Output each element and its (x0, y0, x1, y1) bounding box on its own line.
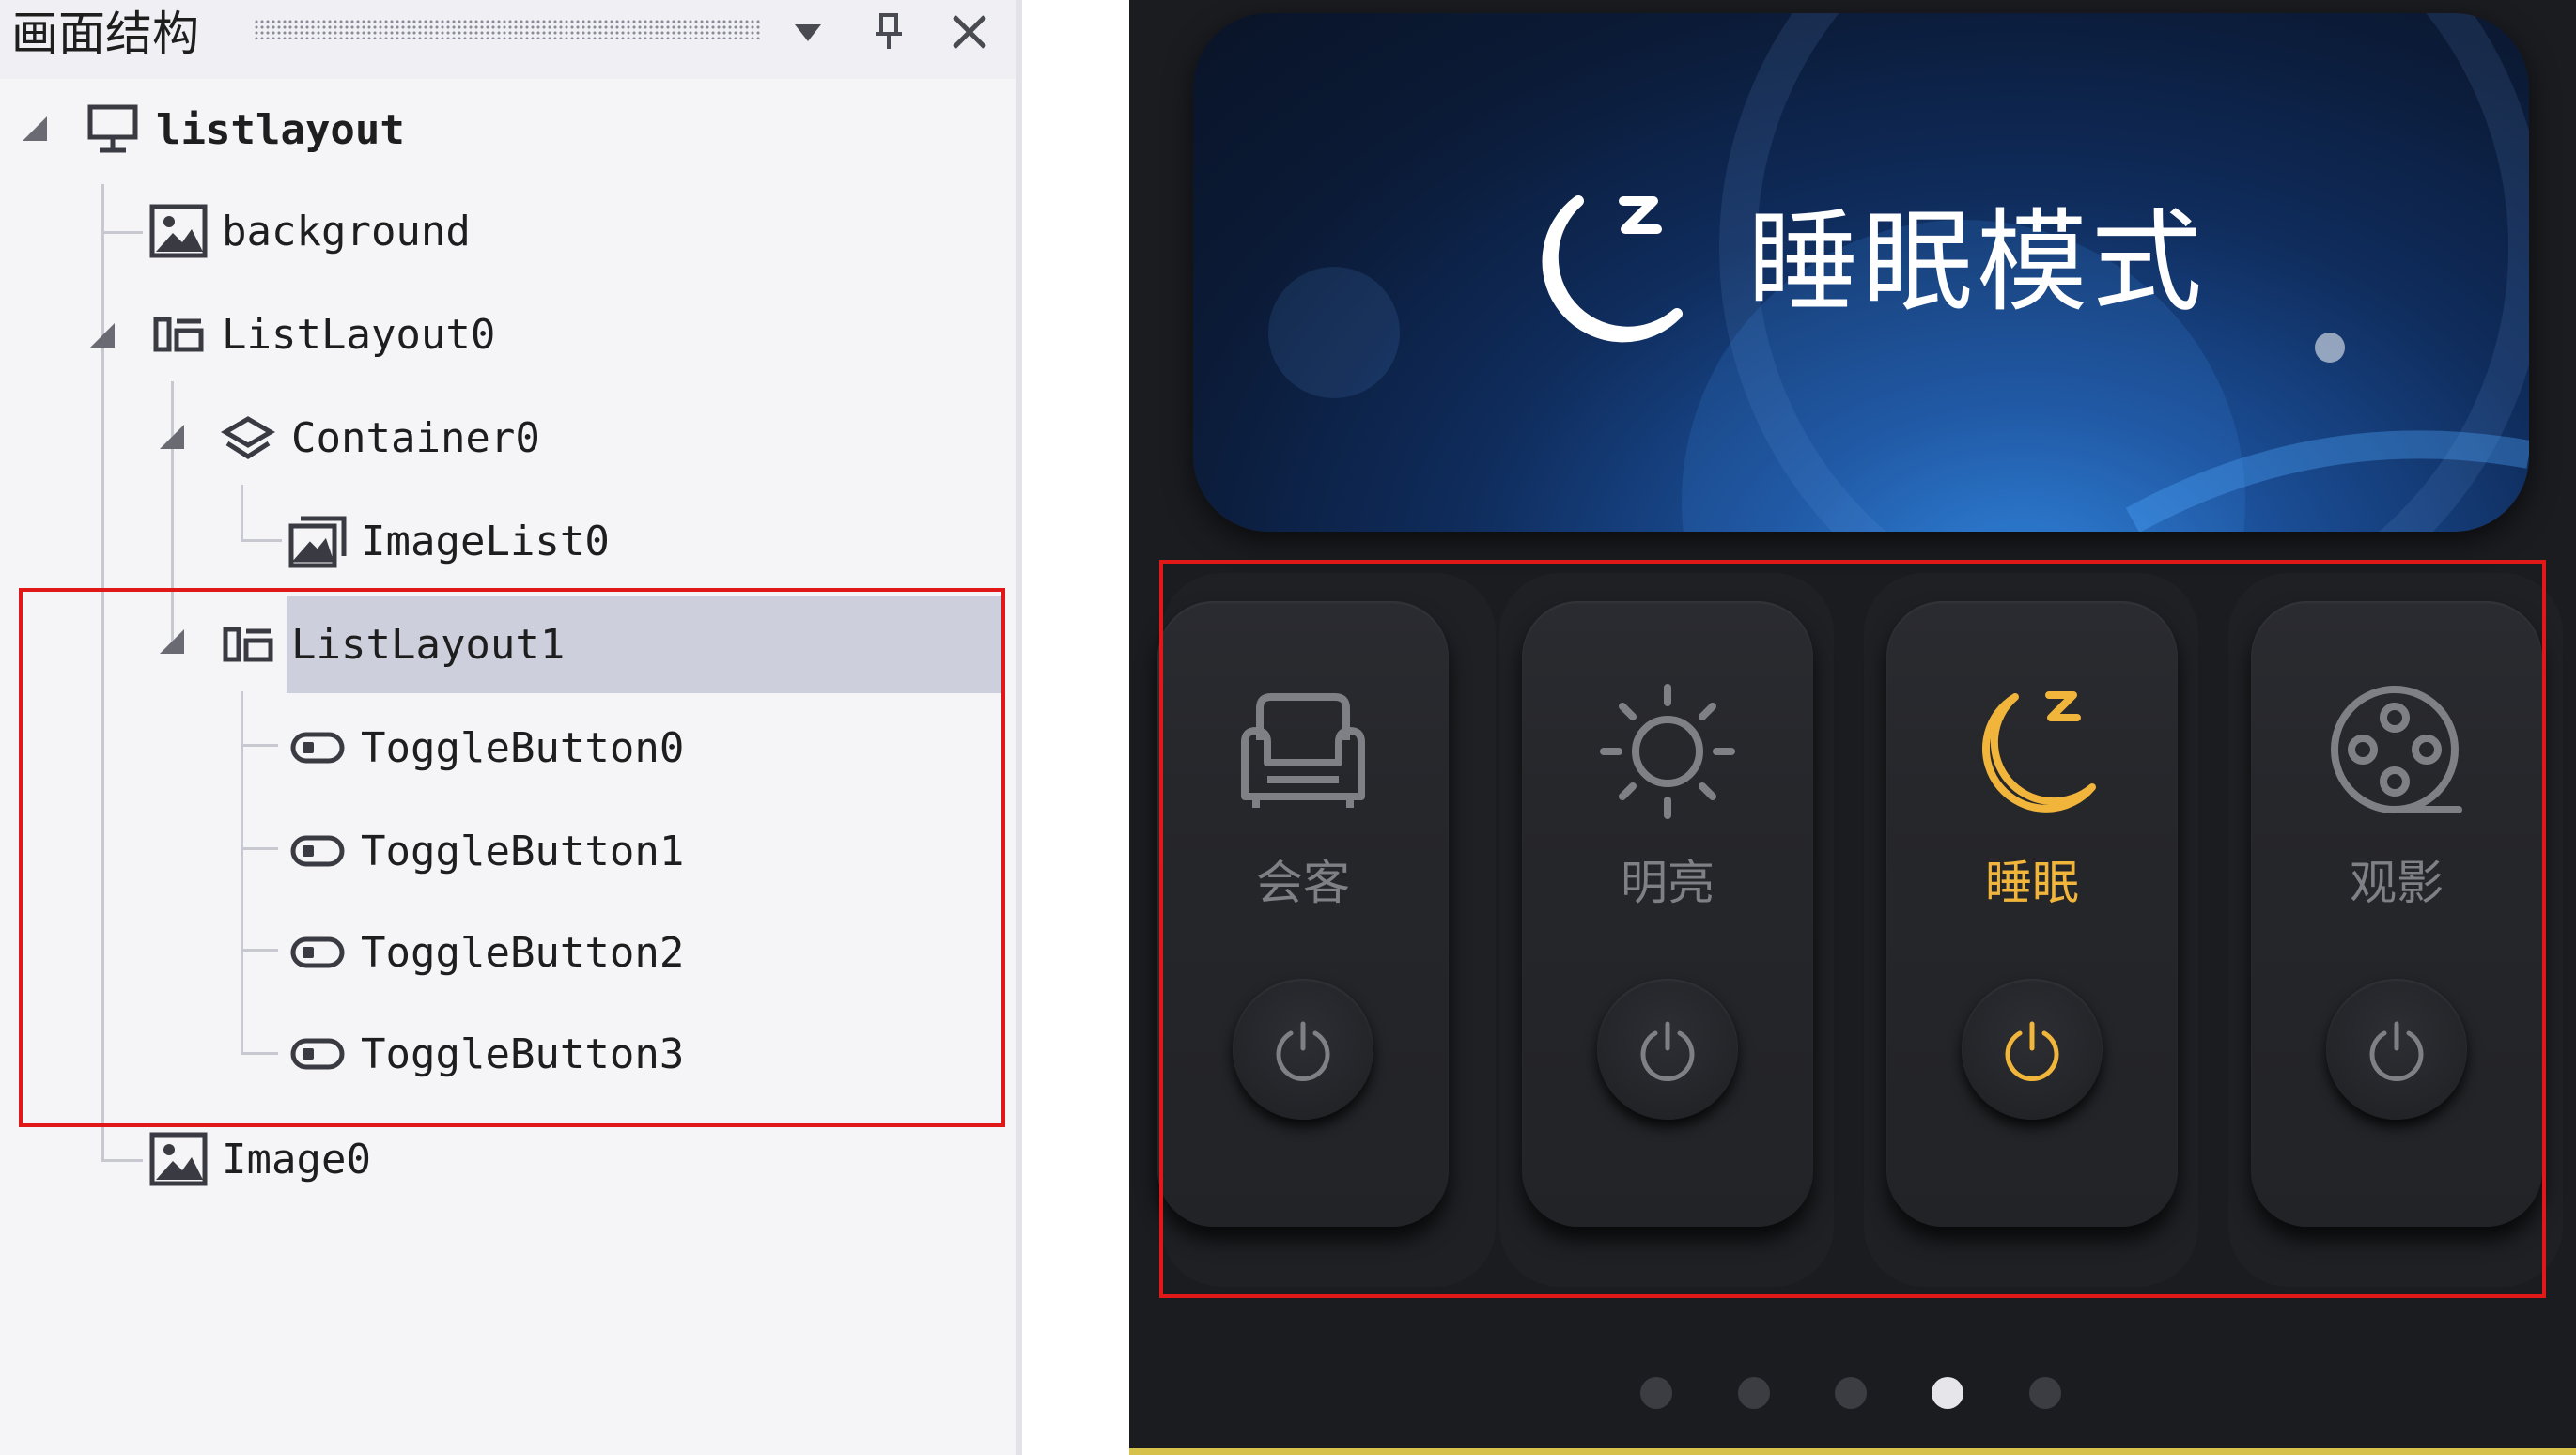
tree-node-listlayout0[interactable]: ListLayout0 (148, 287, 495, 381)
expander-icon[interactable] (19, 113, 51, 145)
preview-bottom-border (1129, 1448, 2576, 1455)
tree-node-togglebutton1[interactable]: ToggleButton1 (287, 804, 684, 898)
expander-icon[interactable] (86, 319, 118, 351)
tree-node-image0[interactable]: Image0 (148, 1112, 371, 1206)
tree-node-togglebutton0[interactable]: ToggleButton0 (287, 701, 684, 795)
tree-guide-line (241, 1052, 278, 1055)
power-button[interactable] (2326, 979, 2467, 1120)
tree-node-label: ToggleButton2 (361, 928, 685, 977)
mode-label: 睡眠 (1985, 856, 2079, 910)
tree-node-label: background (222, 207, 471, 255)
tree-node-label: ListLayout1 (291, 620, 566, 669)
tree-guide-line (101, 1159, 143, 1162)
image-icon (148, 201, 209, 261)
mode-card-guest[interactable]: 会客 (1157, 601, 1449, 1227)
list-layout-icon (218, 614, 278, 674)
mode-label: 观影 (2350, 856, 2444, 910)
tree-guide-line (241, 744, 278, 747)
mode-banner: 睡眠模式 (1193, 13, 2529, 532)
panel-title: 画面结构 (11, 7, 199, 61)
power-icon (1640, 1021, 1695, 1081)
mode-card-movie[interactable]: 观影 (2251, 601, 2542, 1227)
tree-node-imagelist0[interactable]: ImageList0 (287, 494, 610, 588)
tree-node-label: ToggleButton1 (361, 827, 685, 875)
panel-title-bar: 画面结构 (0, 0, 1022, 79)
panel-drag-grip[interactable] (254, 19, 761, 39)
toggle-icon (287, 1024, 348, 1084)
power-icon (1276, 1021, 1330, 1081)
panel-splitter[interactable] (1016, 0, 1022, 1455)
tree-node-label: Container0 (291, 413, 540, 462)
page-dot[interactable] (2029, 1377, 2061, 1409)
power-icon (2005, 1021, 2059, 1081)
close-icon[interactable] (943, 6, 996, 58)
tree-node-listlayout[interactable]: listlayout (83, 83, 405, 177)
tree-guide-line (241, 847, 278, 850)
page-dot-active[interactable] (1932, 1377, 1963, 1409)
film-reel-icon (2331, 686, 2462, 813)
page-dot[interactable] (1835, 1377, 1867, 1409)
image-list-icon (287, 511, 348, 571)
moon-sleep-icon (1542, 195, 1683, 343)
tree-node-label: ListLayout0 (222, 310, 496, 359)
toggle-icon (287, 718, 348, 778)
page-dot[interactable] (1738, 1377, 1770, 1409)
tree-node-label: ImageList0 (361, 517, 610, 565)
toggle-icon (287, 821, 348, 881)
expander-icon[interactable] (156, 626, 188, 658)
monitor-icon (83, 100, 143, 160)
mode-card-bright[interactable]: 明亮 (1522, 601, 1813, 1227)
triangle-down-icon[interactable] (782, 6, 834, 58)
power-button[interactable] (1233, 979, 1373, 1120)
moon-sleep-icon (1981, 691, 2096, 813)
scene-structure-panel: 画面结构 listlayout background ListLayout0 C… (0, 0, 1022, 1455)
tree-guide-line (101, 231, 143, 234)
tree-node-label: ToggleButton0 (361, 723, 685, 772)
tree-guide-line (241, 539, 282, 542)
tree-node-label: ToggleButton3 (361, 1029, 685, 1078)
tree-node-togglebutton2[interactable]: ToggleButton2 (287, 906, 684, 999)
mode-label: 会客 (1256, 856, 1350, 910)
sun-icon (1600, 684, 1735, 819)
mode-card-sleep[interactable]: 睡眠 (1886, 601, 2178, 1227)
banner-title: 睡眠模式 (1747, 197, 2207, 327)
toggle-icon (287, 922, 348, 983)
page-dot[interactable] (1640, 1377, 1672, 1409)
tree-guide-line (241, 485, 243, 541)
power-icon (2369, 1021, 2424, 1081)
tree-node-label: Image0 (222, 1135, 371, 1184)
mode-label: 明亮 (1621, 856, 1715, 910)
power-button[interactable] (1597, 979, 1738, 1120)
tree-node-listlayout1[interactable]: ListLayout1 (218, 597, 565, 691)
tree-node-background[interactable]: background (148, 184, 471, 278)
tree-node-togglebutton3[interactable]: ToggleButton3 (287, 1007, 684, 1101)
expander-icon[interactable] (156, 421, 188, 453)
layers-icon (218, 408, 278, 468)
sofa-icon (1241, 693, 1365, 808)
list-layout-icon (148, 304, 209, 364)
image-icon (148, 1129, 209, 1189)
power-button[interactable] (1962, 979, 2103, 1120)
pin-icon[interactable] (862, 6, 915, 58)
tree-node-container0[interactable]: Container0 (218, 391, 540, 485)
tree-node-label: listlayout (156, 105, 405, 154)
tree-guide-line (241, 949, 278, 952)
